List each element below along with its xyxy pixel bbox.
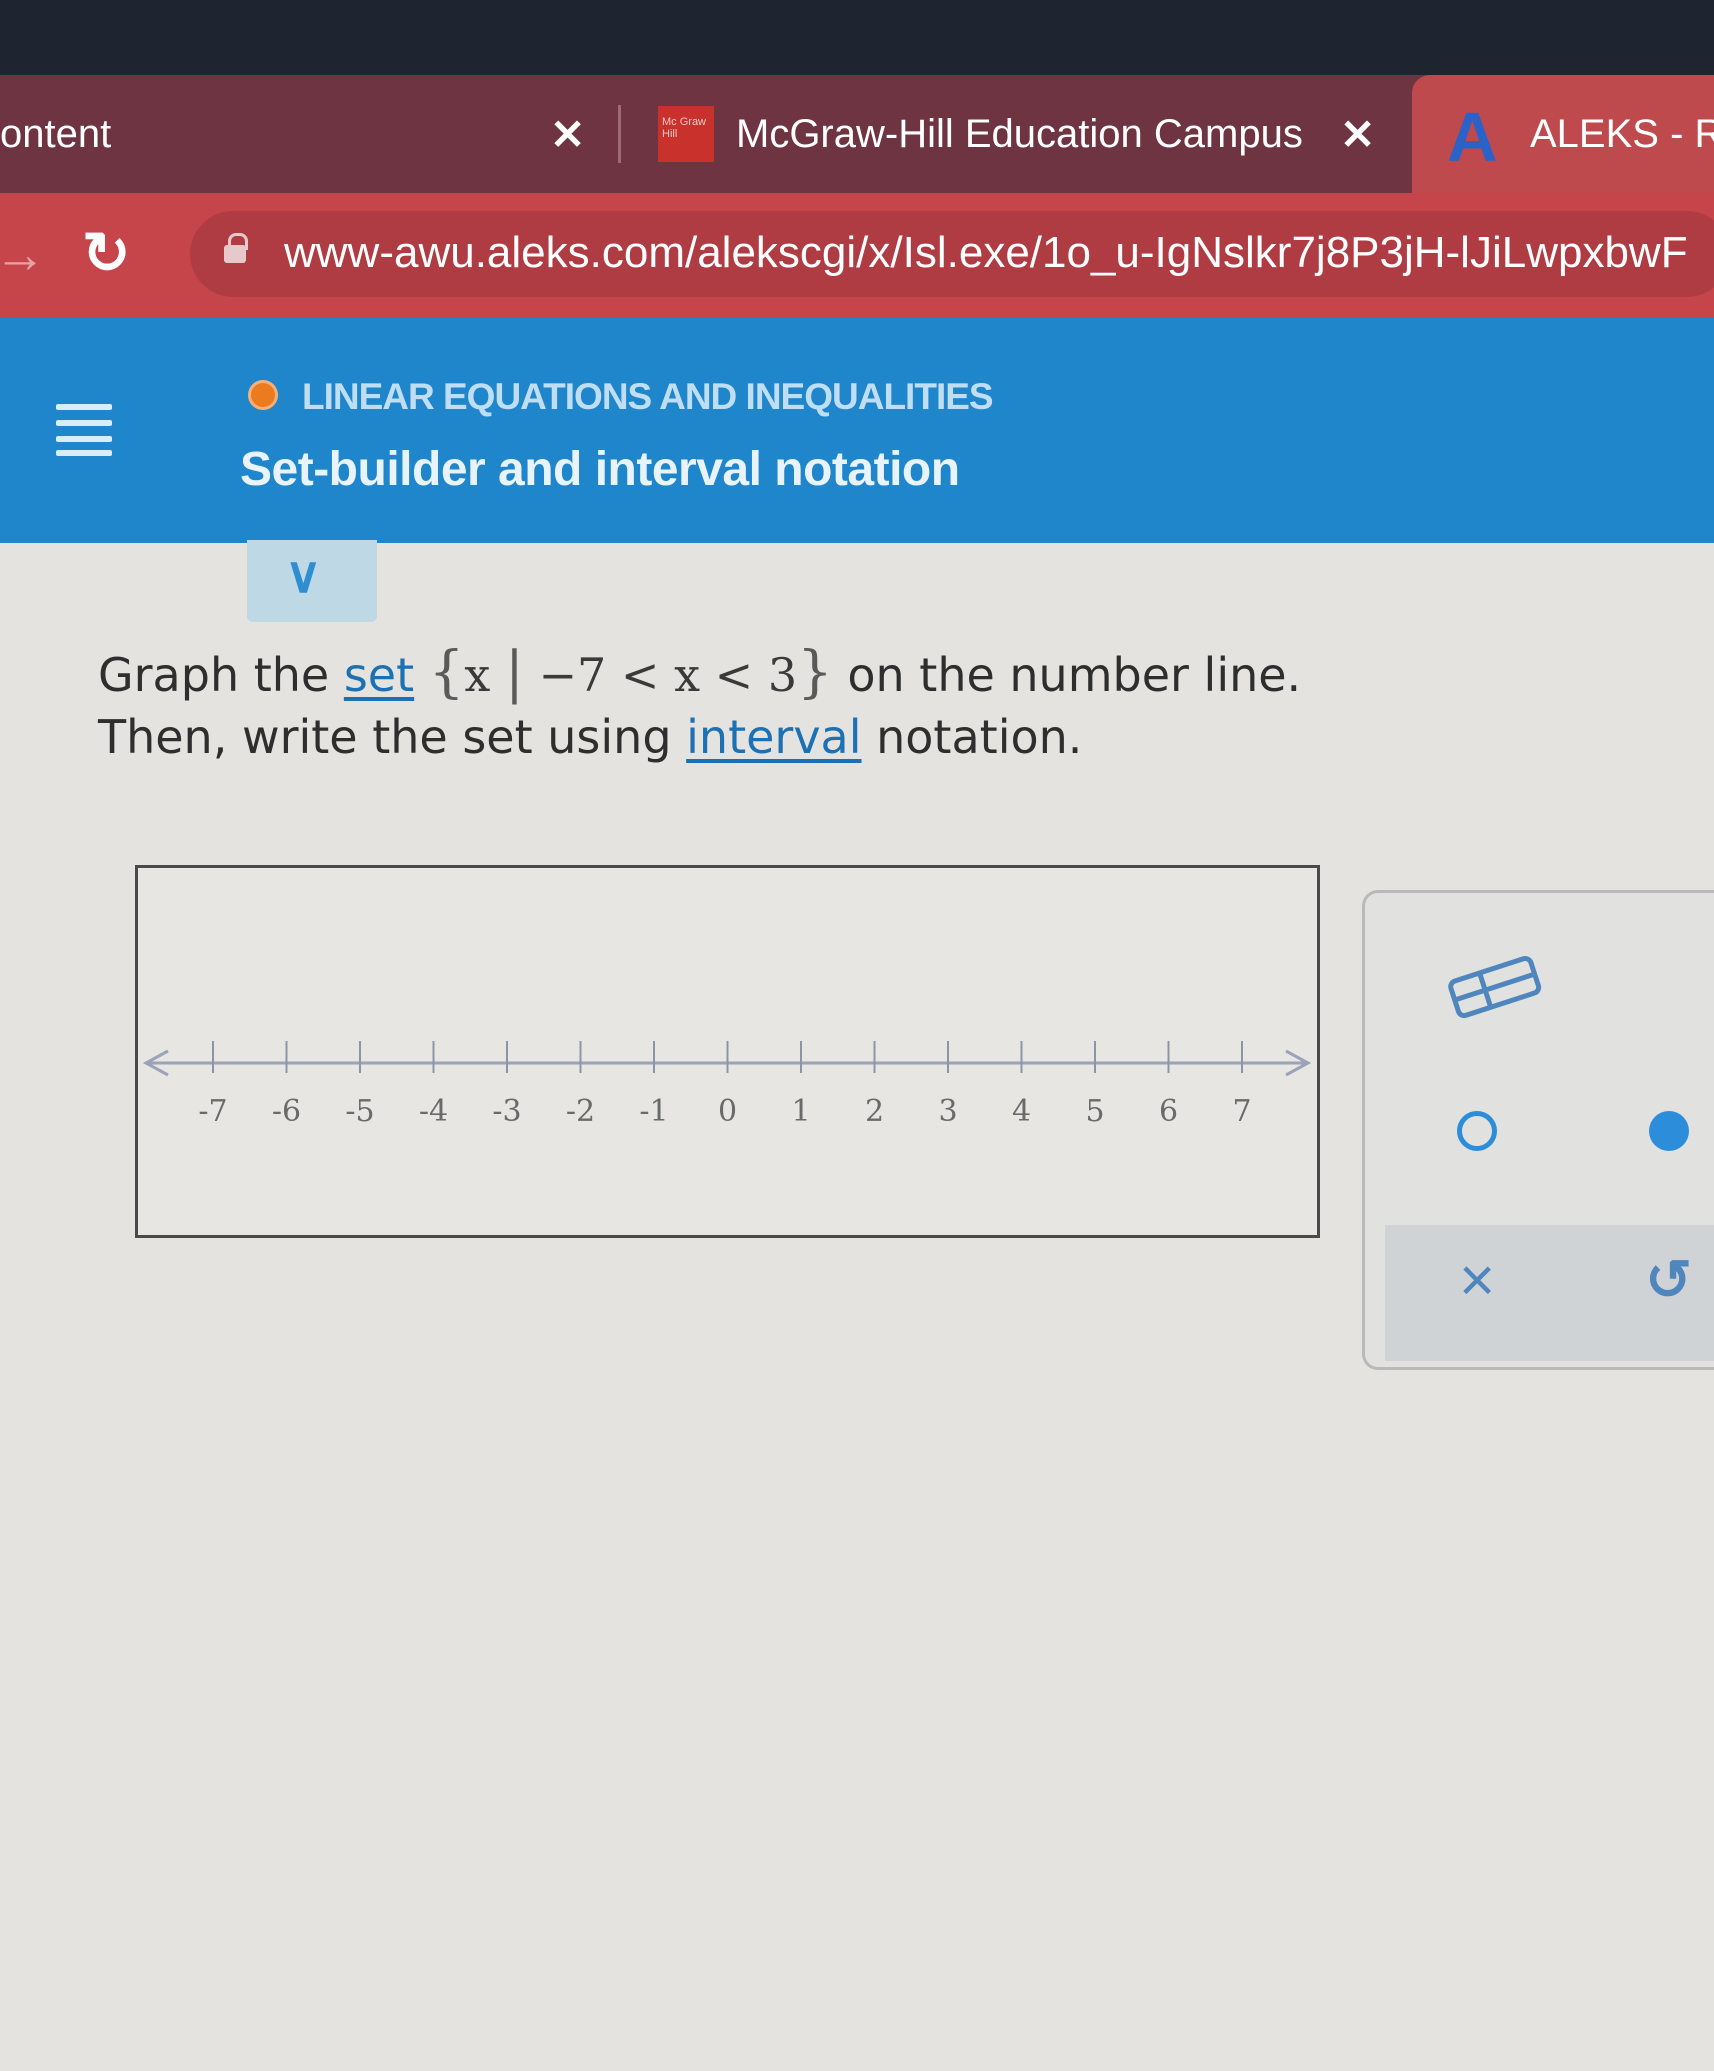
number-line[interactable]: -7 -6 -5 -4 -3 -2 -1 0 1 2 3 4 5 6 7 xyxy=(138,868,1318,1236)
tab-content[interactable]: ontent ✕ xyxy=(0,75,620,193)
topic-label: LINEAR EQUATIONS AND INEQUALITIES xyxy=(302,376,994,417)
aleks-logo-icon: A xyxy=(1447,98,1498,176)
problem-line-2: Then, write the set using interval notat… xyxy=(98,706,1301,768)
close-icon[interactable]: ✕ xyxy=(550,110,585,159)
problem-statement: Graph the set {x | −7 < x < 3} on the nu… xyxy=(98,642,1301,768)
tick-label: -6 xyxy=(272,1094,301,1129)
tab-label: McGraw-Hill Education Campus xyxy=(736,111,1303,156)
graph-tool-palette: × ↺ xyxy=(1362,890,1714,1370)
tab-separator xyxy=(618,105,621,163)
tab-aleks[interactable]: A ALEKS - R xyxy=(1412,75,1714,193)
tick-label: -7 xyxy=(198,1094,227,1129)
tick-label: -5 xyxy=(345,1094,374,1129)
open-dot-icon[interactable] xyxy=(1457,1111,1497,1151)
collapse-button[interactable]: ∨ xyxy=(247,540,377,622)
tick-label: 3 xyxy=(938,1094,957,1129)
set-open-brace: { xyxy=(428,640,465,705)
browser-toolbar: → ↻ www-awu.aleks.com/alekscgi/x/Isl.exe… xyxy=(0,193,1714,318)
close-icon[interactable]: ✕ xyxy=(1340,110,1375,159)
set-link[interactable]: set xyxy=(344,648,414,702)
number-line-graph-area[interactable]: -7 -6 -5 -4 -3 -2 -1 0 1 2 3 4 5 6 7 xyxy=(135,865,1320,1238)
tick-label: 1 xyxy=(791,1094,810,1129)
tick-label: 5 xyxy=(1085,1094,1104,1129)
problem-text: on the number line. xyxy=(832,648,1302,702)
problem-text: Graph the xyxy=(98,648,344,702)
url-text[interactable]: www-awu.aleks.com/alekscgi/x/Isl.exe/1o_… xyxy=(284,228,1688,278)
set-condition: −7 < x < 3 xyxy=(538,648,798,702)
tab-label: ontent xyxy=(0,111,112,156)
mcgraw-hill-logo-text: Mc Graw Hill xyxy=(662,116,706,140)
clear-icon[interactable]: × xyxy=(1459,1245,1495,1316)
chevron-down-icon: ∨ xyxy=(285,547,322,603)
problem-line-1: Graph the set {x | −7 < x < 3} on the nu… xyxy=(98,642,1301,706)
menu-icon[interactable] xyxy=(56,404,112,456)
tab-mcgraw-hill[interactable]: Mc Graw Hill McGraw-Hill Education Campu… xyxy=(650,75,1410,193)
tick-label: 7 xyxy=(1232,1094,1251,1129)
aleks-topic-header: LINEAR EQUATIONS AND INEQUALITIES Set-bu… xyxy=(0,318,1714,543)
undo-icon[interactable]: ↺ xyxy=(1645,1247,1692,1313)
set-variable: x xyxy=(464,648,491,702)
page-title: Set-builder and interval notation xyxy=(240,443,960,496)
closed-dot-icon[interactable] xyxy=(1649,1111,1689,1151)
tick-label: -1 xyxy=(639,1094,668,1129)
browser-tab-strip: ontent ✕ Mc Graw Hill McGraw-Hill Educat… xyxy=(0,75,1714,193)
mcgraw-hill-logo-icon: Mc Graw Hill xyxy=(658,106,714,162)
tick-label: 0 xyxy=(718,1094,737,1129)
tick-label: 4 xyxy=(1012,1094,1031,1129)
tab-label: ALEKS - R xyxy=(1530,111,1714,156)
problem-text: Then, write the set using xyxy=(98,710,687,764)
back-arrow-icon[interactable]: → xyxy=(0,225,46,285)
reload-icon[interactable]: ↻ xyxy=(82,219,131,287)
set-close-brace: } xyxy=(797,640,833,705)
tick-label: -3 xyxy=(492,1094,521,1129)
topic-status-dot xyxy=(248,380,278,410)
problem-text: notation. xyxy=(861,710,1083,764)
tick-label: 2 xyxy=(865,1094,884,1129)
lock-icon xyxy=(224,233,248,263)
tick-label: -2 xyxy=(566,1094,595,1129)
tick-label: 6 xyxy=(1159,1094,1178,1129)
eraser-icon[interactable] xyxy=(1445,955,1545,1021)
set-bar: | xyxy=(505,640,524,705)
address-bar[interactable]: www-awu.aleks.com/alekscgi/x/Isl.exe/1o_… xyxy=(190,211,1714,297)
interval-link[interactable]: interval xyxy=(686,710,861,764)
screen-bezel xyxy=(0,0,1714,75)
tick-label: -4 xyxy=(419,1094,448,1129)
